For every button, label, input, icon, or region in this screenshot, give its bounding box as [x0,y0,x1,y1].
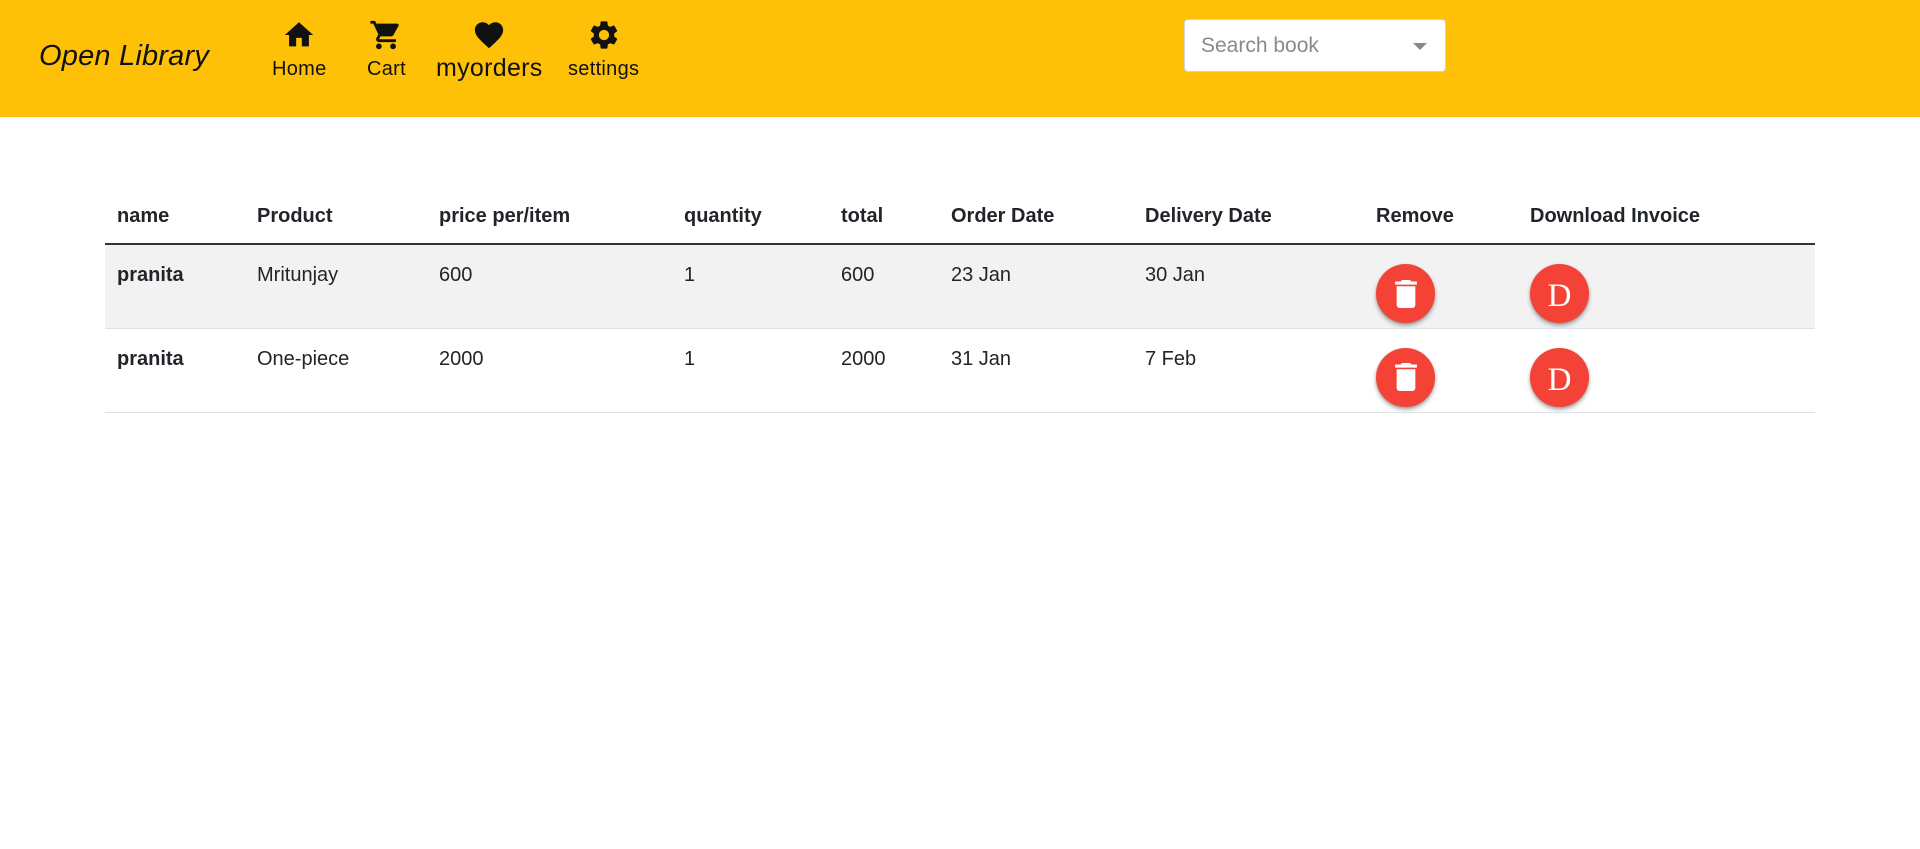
download-invoice-button[interactable]: D [1530,264,1589,323]
nav-home[interactable]: Home [272,18,327,81]
cell-delivery-date: 30 Jan [1133,244,1364,329]
gear-icon [590,21,617,49]
trash-icon [1394,279,1417,308]
nav-home-label: Home [272,58,327,80]
table-row: pranita Mritunjay 600 1 600 23 Jan 30 Ja… [105,244,1815,329]
cell-download-invoice: D [1518,328,1815,413]
brand-logo[interactable]: Open Library [39,40,209,73]
cell-product: Mritunjay [245,244,427,329]
cell-remove [1364,244,1518,329]
col-header-delivery-date: Delivery Date [1133,189,1364,245]
col-header-quantity: quantity [672,189,829,245]
cell-name: pranita [105,328,245,413]
navbar: Open Library Home Cart myorders settings [0,0,1920,117]
remove-button[interactable] [1376,347,1435,407]
cell-total: 600 [829,244,939,329]
cell-quantity: 1 [672,328,829,413]
nav-cart-label: Cart [367,58,406,80]
col-header-product: Product [245,189,427,245]
table-row: pranita One-piece 2000 1 2000 31 Jan 7 F… [105,328,1815,413]
cell-download-invoice: D [1518,244,1815,329]
col-header-price: price per/item [427,189,672,245]
cell-order-date: 23 Jan [939,244,1133,329]
download-invoice-button[interactable]: D [1530,347,1589,407]
cell-delivery-date: 7 Feb [1133,328,1364,413]
nav-settings[interactable]: settings [568,18,639,81]
cell-total: 2000 [829,328,939,413]
col-header-order-date: Order Date [939,189,1133,245]
cell-price: 600 [427,244,672,329]
cart-icon [370,20,400,50]
nav-myorders[interactable]: myorders [436,18,543,83]
cell-price: 2000 [427,328,672,413]
trash-icon [1394,363,1417,391]
cell-product: One-piece [245,328,427,413]
search-select[interactable] [1184,19,1446,72]
home-icon [285,22,314,47]
col-header-name: name [105,189,245,245]
cell-remove [1364,328,1518,413]
col-header-download-invoice: Download Invoice [1518,189,1815,245]
nav-settings-label: settings [568,58,640,80]
nav-myorders-label: myorders [436,54,543,82]
col-header-remove: Remove [1364,189,1518,245]
chevron-down-icon[interactable] [1413,43,1427,50]
table-header-row: name Product price per/item quantity tot… [105,189,1815,245]
cell-order-date: 31 Jan [939,328,1133,413]
heart-icon [475,22,504,49]
cell-name: pranita [105,244,245,329]
download-invoice-label: D [1547,361,1572,398]
search-input[interactable] [1201,20,1401,71]
col-header-total: total [829,189,939,245]
nav-cart[interactable]: Cart [367,18,406,81]
download-invoice-label: D [1547,278,1572,314]
orders-table: name Product price per/item quantity tot… [105,189,1815,413]
cell-quantity: 1 [672,244,829,329]
remove-button[interactable] [1376,264,1435,323]
